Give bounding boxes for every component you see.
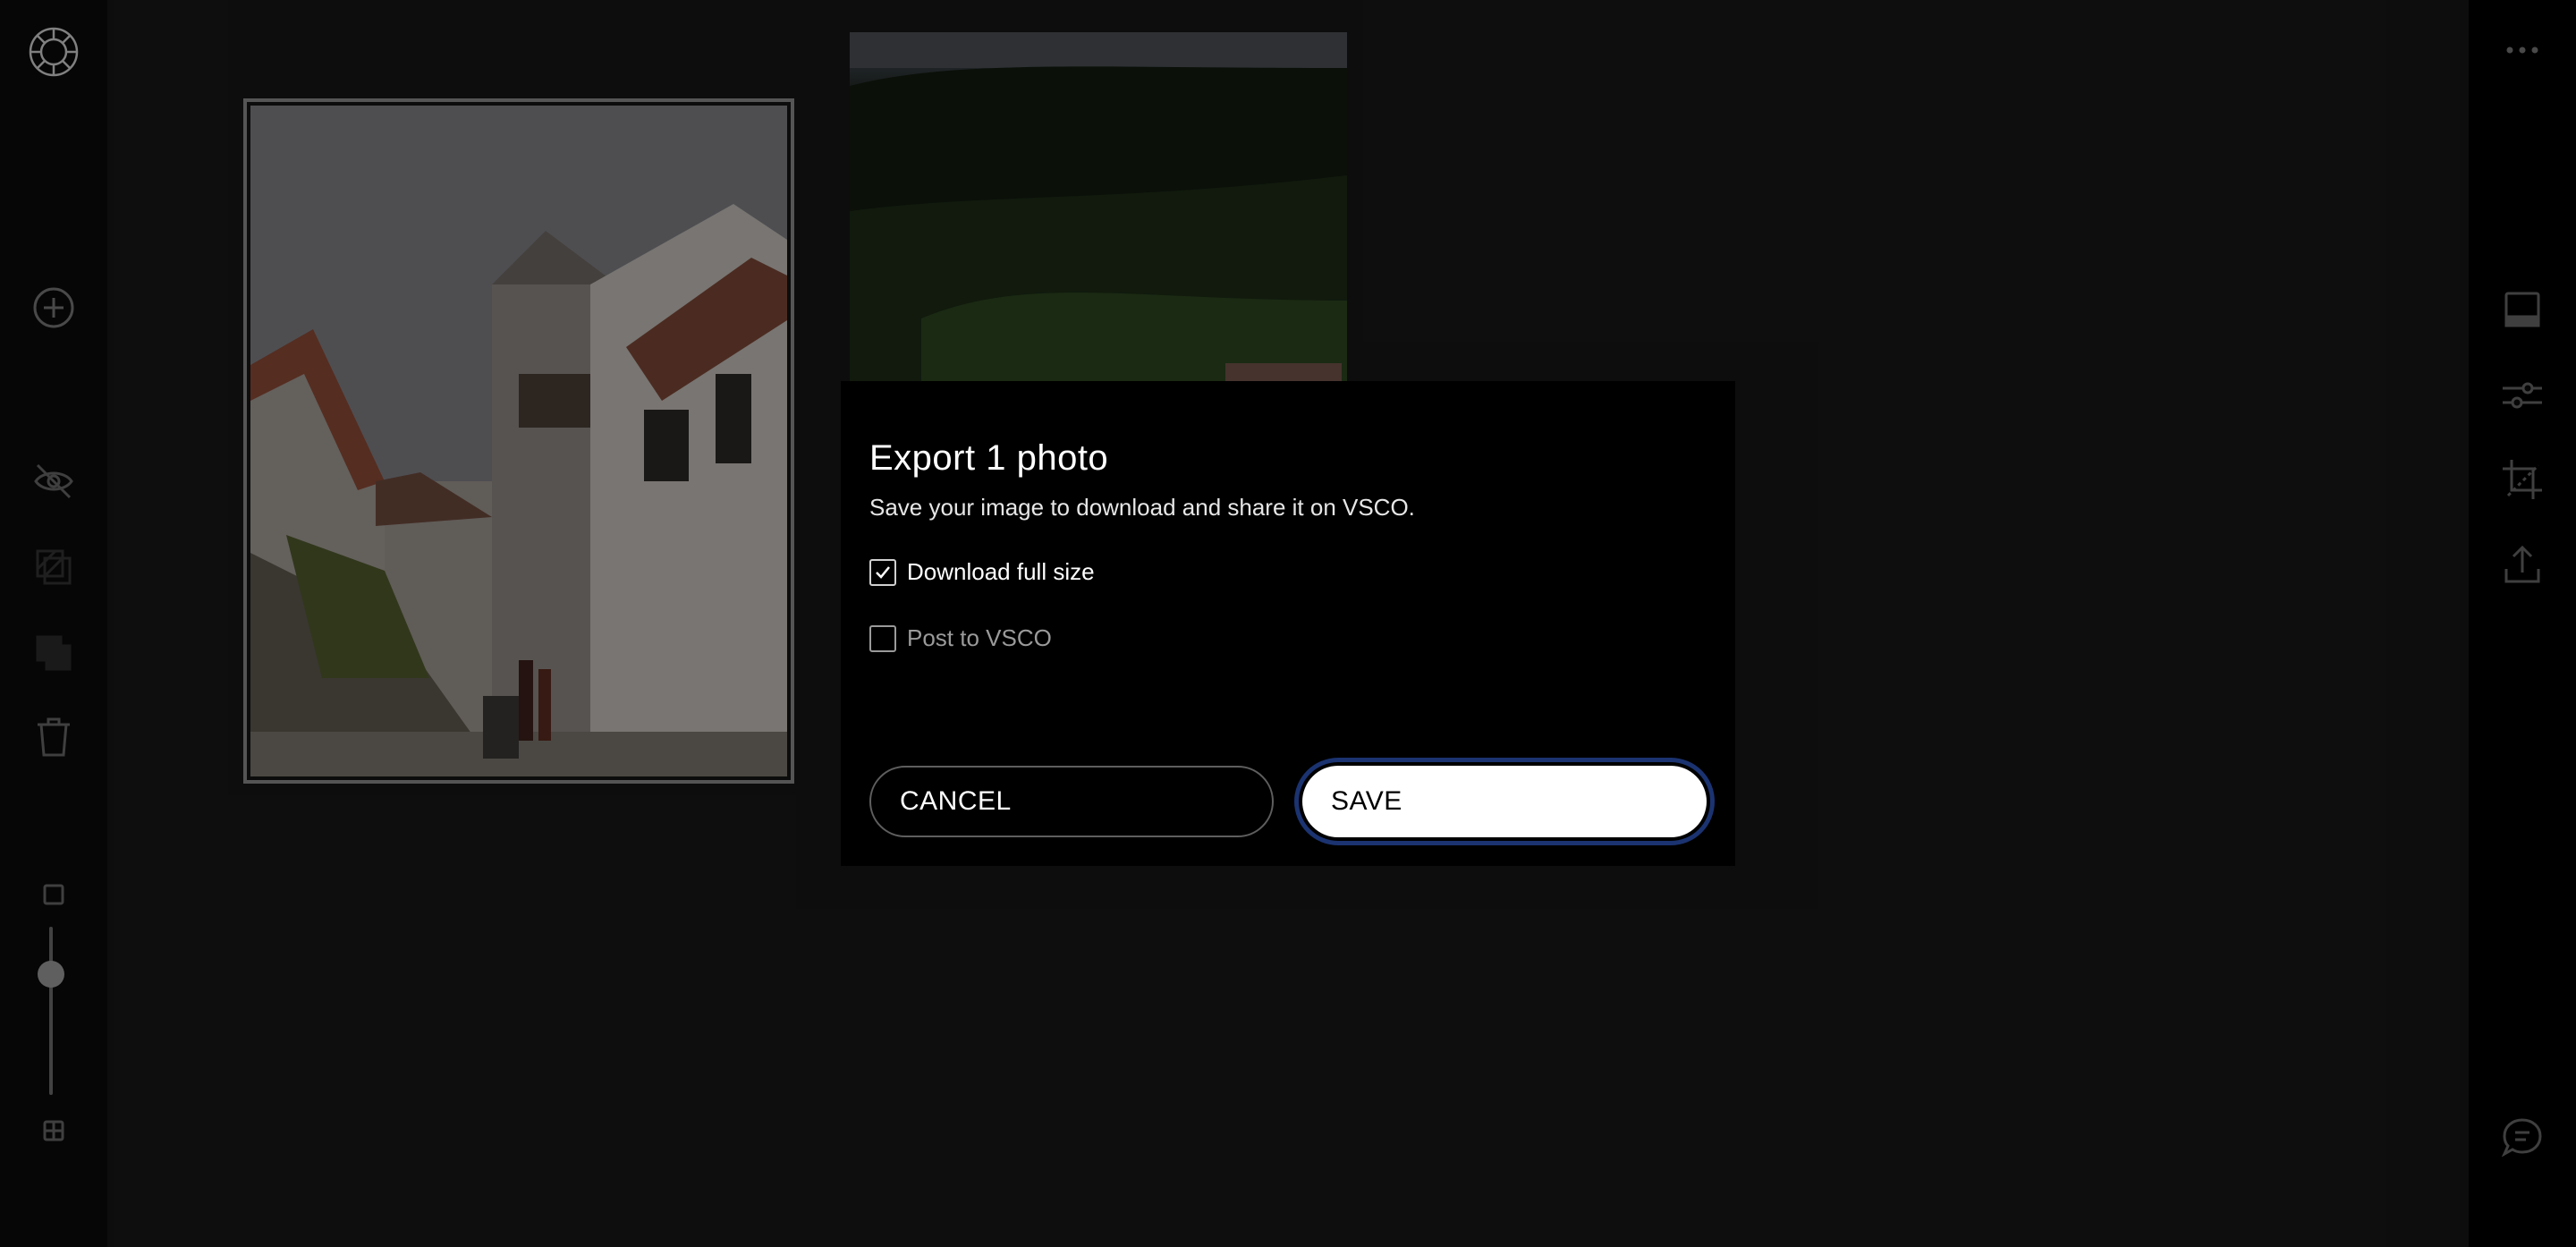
dialog-description: Save your image to download and share it…: [869, 494, 1415, 521]
export-dialog: Export 1 photo Save your image to downlo…: [841, 381, 1735, 866]
post-to-vsco-checkbox[interactable]: [869, 624, 896, 652]
download-full-size-checkbox[interactable]: [869, 558, 896, 586]
option-download-full-size[interactable]: Download full size: [869, 558, 1095, 586]
save-button[interactable]: SAVE: [1302, 766, 1707, 837]
option-post-to-vsco[interactable]: Post to VSCO: [869, 624, 1052, 652]
app-window: Export 1 photo Save your image to downlo…: [0, 0, 2576, 1247]
option-label: Post to VSCO: [907, 624, 1052, 651]
option-label: Download full size: [907, 558, 1095, 585]
checkmark-icon: [876, 565, 890, 579]
cancel-button[interactable]: CANCEL: [869, 766, 1274, 837]
dialog-title: Export 1 photo: [869, 438, 1109, 478]
